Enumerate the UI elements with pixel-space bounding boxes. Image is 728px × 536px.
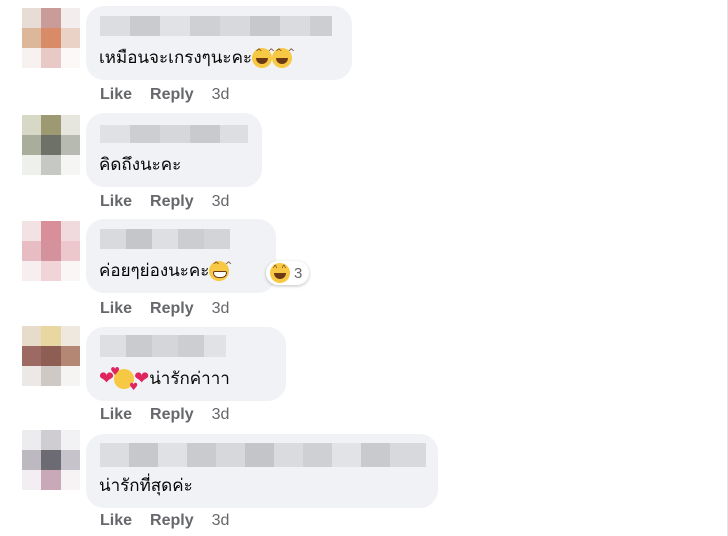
comment-bubble: คิดถึงนะคะ — [86, 113, 262, 187]
like-button[interactable]: Like — [100, 406, 132, 424]
author-name-blurred[interactable] — [100, 125, 248, 143]
comment-text: คิดถึงนะคะ — [99, 155, 182, 175]
comment-bubble: เหมือนจะเกรงๆนะคะ — [86, 6, 352, 80]
avatar[interactable] — [22, 115, 80, 175]
author-name-blurred[interactable] — [100, 16, 332, 36]
avatar[interactable] — [22, 326, 80, 386]
comment-timestamp[interactable]: 3d — [212, 193, 230, 211]
reaction-summary[interactable]: 3 — [266, 261, 310, 285]
avatar[interactable] — [22, 221, 80, 281]
comment-timestamp[interactable]: 3d — [212, 300, 230, 318]
comment-text: น่ารักที่สุดค่ะ — [99, 476, 193, 496]
comment-timestamp[interactable]: 3d — [212, 86, 230, 104]
reply-button[interactable]: Reply — [150, 406, 194, 424]
reply-button[interactable]: Reply — [150, 300, 194, 318]
reply-button[interactable]: Reply — [150, 193, 194, 211]
comment-text: เหมือนจะเกรงๆนะคะ — [99, 44, 296, 71]
like-button[interactable]: Like — [100, 300, 132, 318]
comment-timestamp[interactable]: 3d — [212, 512, 230, 530]
comment-timestamp[interactable]: 3d — [212, 406, 230, 424]
laugh-emoji-icon — [252, 48, 276, 68]
comment-bubble: น่ารักที่สุดค่ะ — [86, 434, 438, 508]
comment-bubble: ❤❤น่ารักค่าาา — [86, 327, 286, 401]
reaction-count: 3 — [294, 264, 303, 282]
grin-emoji-icon — [209, 261, 233, 281]
like-button[interactable]: Like — [100, 86, 132, 104]
love-face-emoji-icon — [110, 365, 138, 393]
comment-text: ค่อยๆย่องนะคะ — [99, 257, 233, 284]
author-name-blurred[interactable] — [100, 335, 226, 357]
like-button[interactable]: Like — [100, 512, 132, 530]
author-name-blurred[interactable] — [100, 443, 426, 467]
reply-button[interactable]: Reply — [150, 512, 194, 530]
comment-bubble: ค่อยๆย่องนะคะ — [86, 219, 276, 293]
like-button[interactable]: Like — [100, 193, 132, 211]
author-name-blurred[interactable] — [100, 229, 230, 249]
avatar[interactable] — [22, 8, 80, 68]
laugh-emoji-icon — [272, 48, 296, 68]
reply-button[interactable]: Reply — [150, 86, 194, 104]
laughing-reaction-icon — [270, 263, 290, 283]
comment-text: ❤❤น่ารักค่าาา — [99, 365, 230, 393]
avatar[interactable] — [22, 430, 80, 490]
